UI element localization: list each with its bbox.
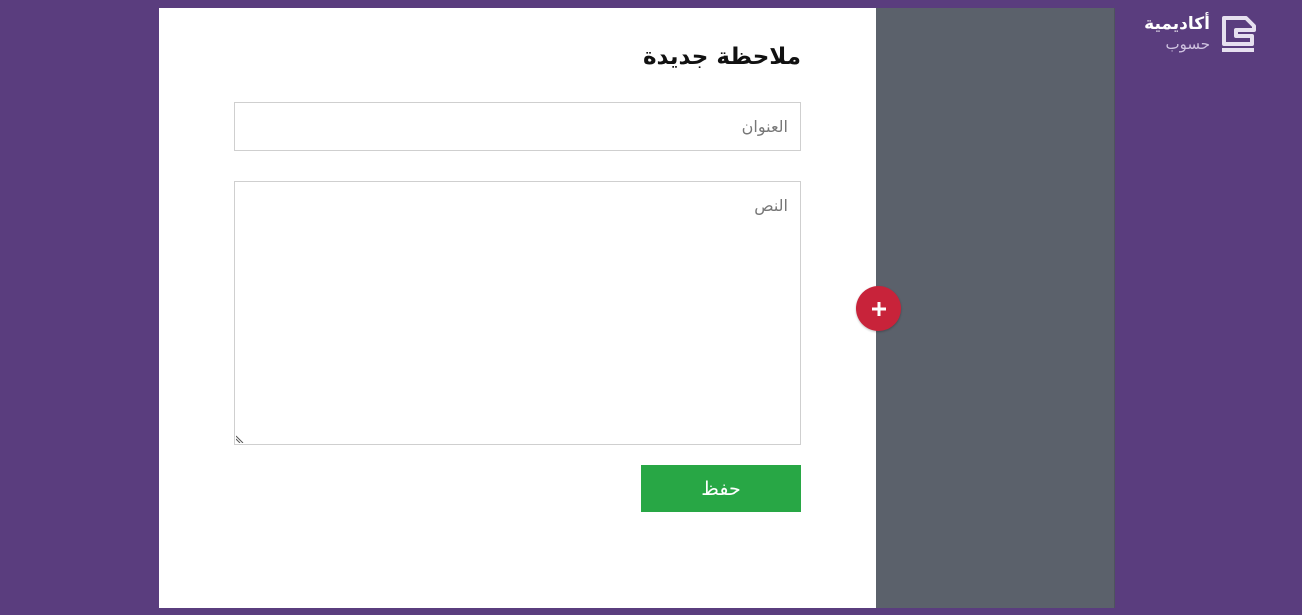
note-body-textarea[interactable] xyxy=(234,181,801,445)
note-form-panel: ملاحظة جديدة حفظ xyxy=(159,8,876,608)
form-title: ملاحظة جديدة xyxy=(642,44,801,70)
sidebar-divider xyxy=(1114,8,1115,608)
notes-sidebar xyxy=(876,8,1115,608)
save-button[interactable]: حفظ xyxy=(641,465,801,512)
hsoub-logo-icon xyxy=(1222,16,1256,52)
resize-grip-icon[interactable] xyxy=(236,435,244,443)
plus-icon xyxy=(871,301,886,316)
add-note-button[interactable] xyxy=(856,286,901,331)
brand-logo[interactable]: أكاديمية حسوب xyxy=(1130,14,1260,56)
notes-app: ملاحظة جديدة حفظ xyxy=(159,8,1115,608)
brand-subtitle: حسوب xyxy=(1165,35,1210,53)
note-title-input[interactable] xyxy=(234,102,801,151)
brand-name: أكاديمية xyxy=(1144,14,1210,34)
